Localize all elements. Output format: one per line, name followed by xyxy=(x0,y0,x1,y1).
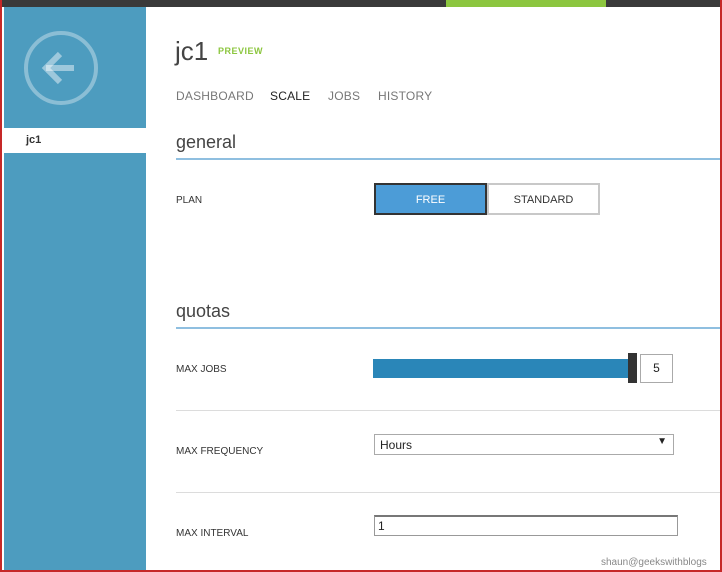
arrow-left-icon xyxy=(41,51,74,85)
tab-jobs[interactable]: JOBS xyxy=(328,89,360,103)
max-jobs-label: MAX JOBS xyxy=(176,364,227,375)
preview-badge: PREVIEW xyxy=(218,46,264,56)
section-title-general: general xyxy=(176,132,237,152)
max-frequency-select[interactable]: Hours ▼ xyxy=(374,434,674,455)
max-jobs-slider-handle[interactable] xyxy=(628,353,637,383)
tab-history[interactable]: HISTORY xyxy=(378,89,432,103)
max-jobs-slider[interactable] xyxy=(373,359,629,378)
section-title-quotas: quotas xyxy=(176,301,231,321)
back-button[interactable] xyxy=(24,31,98,105)
section-divider xyxy=(176,158,722,160)
plan-label: PLAN xyxy=(176,195,203,206)
row-divider xyxy=(176,410,722,411)
window-frame-left xyxy=(0,0,2,572)
sidebar-item-jc1[interactable]: jc1 xyxy=(4,128,146,153)
max-interval-input[interactable] xyxy=(374,515,678,536)
max-interval-label: MAX INTERVAL xyxy=(176,528,249,539)
sidebar: jc1 xyxy=(4,7,146,572)
plan-free-button[interactable]: FREE xyxy=(374,183,487,215)
max-frequency-value: Hours xyxy=(380,438,413,452)
max-jobs-value[interactable]: 5 xyxy=(640,354,673,383)
dropdown-arrow-icon: ▼ xyxy=(657,436,667,447)
sidebar-item-label: jc1 xyxy=(26,134,42,146)
section-divider xyxy=(176,327,722,329)
max-frequency-label: MAX FREQUENCY xyxy=(176,446,264,457)
plan-standard-button[interactable]: STANDARD xyxy=(487,183,600,215)
tab-dashboard[interactable]: DASHBOARD xyxy=(176,89,254,103)
watermark: shaun@geekswithblogs xyxy=(601,557,707,568)
top-bar-accent xyxy=(446,0,606,7)
top-bar xyxy=(0,0,722,7)
tab-scale[interactable]: SCALE xyxy=(270,89,310,103)
page-title: jc1 xyxy=(175,36,209,66)
row-divider xyxy=(176,492,722,493)
